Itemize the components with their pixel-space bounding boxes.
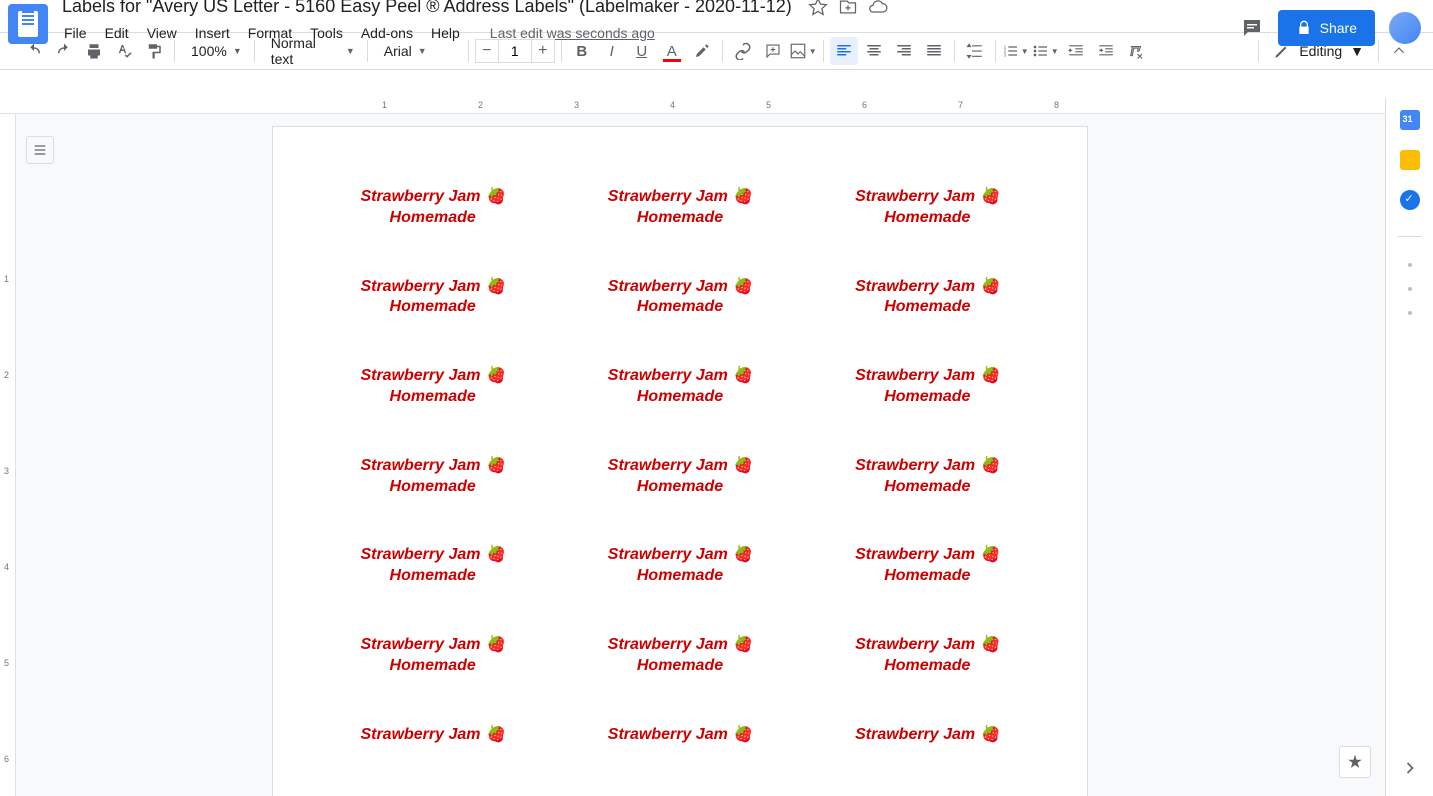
label-cell[interactable]: Strawberry Jam 🍓Homemade: [576, 545, 783, 587]
label-cell[interactable]: Strawberry Jam 🍓Homemade: [824, 277, 1031, 319]
format-paint-button[interactable]: [140, 37, 168, 65]
clear-format-button[interactable]: [1122, 37, 1150, 65]
lock-icon: [1296, 20, 1312, 36]
label-cell[interactable]: Strawberry Jam 🍓Homemade: [329, 635, 536, 677]
label-cell[interactable]: Strawberry Jam 🍓Homemade: [329, 366, 536, 408]
font-select[interactable]: Arial▼: [374, 37, 462, 65]
label-cell[interactable]: Strawberry Jam 🍓Homemade: [824, 187, 1031, 229]
label-cell[interactable]: Strawberry Jam 🍓Homemade: [576, 366, 783, 408]
fontsize-plus[interactable]: +: [531, 39, 555, 63]
align-right-button[interactable]: [890, 37, 918, 65]
label-cell[interactable]: Strawberry Jam 🍓Homemade: [329, 277, 536, 319]
fontsize-control[interactable]: − +: [475, 39, 555, 63]
linespacing-button[interactable]: [961, 37, 989, 65]
label-cell[interactable]: Strawberry Jam 🍓Homemade: [576, 187, 783, 229]
cloud-icon[interactable]: [868, 0, 888, 17]
align-center-button[interactable]: [860, 37, 888, 65]
comments-icon[interactable]: [1240, 16, 1264, 40]
textcolor-button[interactable]: A: [658, 37, 686, 65]
align-left-button[interactable]: [830, 37, 858, 65]
align-justify-button[interactable]: [920, 37, 948, 65]
explore-button[interactable]: [1339, 746, 1371, 778]
tasks-addon-icon[interactable]: [1400, 190, 1420, 210]
document-title[interactable]: Labels for "Avery US Letter - 5160 Easy …: [56, 0, 800, 17]
keep-addon-icon[interactable]: [1400, 150, 1420, 170]
move-icon[interactable]: [838, 0, 858, 17]
label-cell[interactable]: Strawberry Jam 🍓Homemade: [576, 456, 783, 498]
outline-toggle[interactable]: [26, 136, 54, 164]
zoom-select[interactable]: 100%▼: [181, 37, 248, 65]
addon-dot: [1408, 287, 1412, 291]
label-cell[interactable]: Strawberry Jam 🍓Homemade: [576, 277, 783, 319]
side-panel: [1385, 98, 1433, 796]
share-button[interactable]: Share: [1278, 10, 1375, 46]
label-cell[interactable]: Strawberry Jam 🍓Homemade: [329, 545, 536, 587]
share-label: Share: [1320, 20, 1357, 36]
label-cell[interactable]: Strawberry Jam 🍓Homemade: [576, 635, 783, 677]
addon-dot: [1408, 263, 1412, 267]
print-button[interactable]: [80, 37, 108, 65]
document-page[interactable]: Strawberry Jam 🍓Homemade Strawberry Jam 🍓…: [272, 126, 1088, 796]
label-cell[interactable]: Strawberry Jam 🍓Homemade: [329, 456, 536, 498]
label-cell[interactable]: Strawberry Jam 🍓: [824, 725, 1031, 746]
numbered-list-button[interactable]: 123▼: [1002, 37, 1030, 65]
label-cell[interactable]: Strawberry Jam 🍓: [576, 725, 783, 746]
bullet-list-button[interactable]: ▼: [1032, 37, 1060, 65]
sidepanel-collapse-icon[interactable]: [1400, 758, 1420, 778]
fontsize-input[interactable]: [499, 39, 531, 63]
docs-logo[interactable]: [8, 4, 48, 44]
label-cell[interactable]: Strawberry Jam 🍓: [329, 725, 536, 746]
image-button[interactable]: ▼: [789, 37, 817, 65]
user-avatar[interactable]: [1389, 12, 1421, 44]
highlight-button[interactable]: [688, 37, 716, 65]
italic-button[interactable]: I: [598, 37, 626, 65]
fontsize-minus[interactable]: −: [475, 39, 499, 63]
label-cell[interactable]: Strawberry Jam 🍓Homemade: [824, 366, 1031, 408]
bold-button[interactable]: B: [568, 37, 596, 65]
calendar-addon-icon[interactable]: [1400, 110, 1420, 130]
svg-text:3: 3: [1003, 52, 1006, 57]
redo-button[interactable]: [50, 37, 78, 65]
label-cell[interactable]: Strawberry Jam 🍓Homemade: [824, 545, 1031, 587]
horizontal-ruler[interactable]: 1 2 3 4 5 6 7 8: [0, 98, 1385, 114]
vertical-ruler[interactable]: 1 2 3 4 5 6: [0, 114, 16, 796]
star-icon[interactable]: [808, 0, 828, 17]
comment-button[interactable]: [759, 37, 787, 65]
label-cell[interactable]: Strawberry Jam 🍓Homemade: [329, 187, 536, 229]
label-cell[interactable]: Strawberry Jam 🍓Homemade: [824, 456, 1031, 498]
indent-increase-button[interactable]: [1092, 37, 1120, 65]
link-button[interactable]: [729, 37, 757, 65]
underline-button[interactable]: U: [628, 37, 656, 65]
indent-decrease-button[interactable]: [1062, 37, 1090, 65]
addon-dot: [1408, 311, 1412, 315]
spellcheck-button[interactable]: [110, 37, 138, 65]
label-cell[interactable]: Strawberry Jam 🍓Homemade: [824, 635, 1031, 677]
style-select[interactable]: Normal text▼: [261, 37, 361, 65]
